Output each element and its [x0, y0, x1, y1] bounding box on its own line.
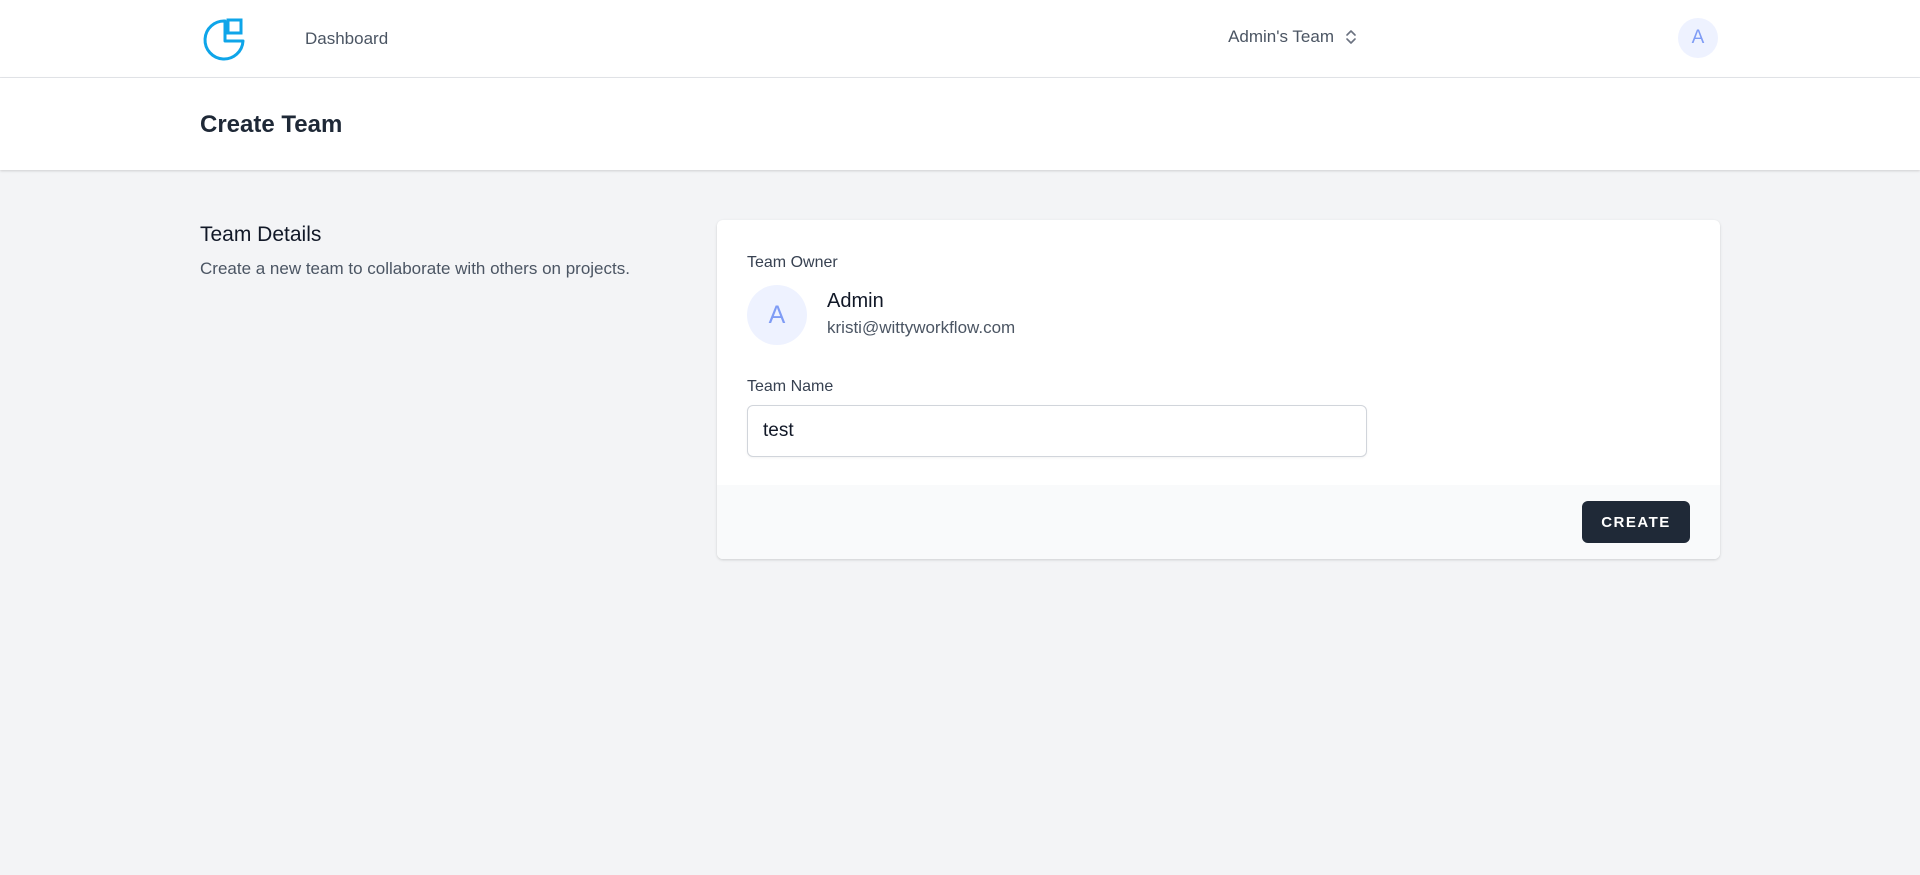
create-button[interactable]: CREATE: [1582, 501, 1690, 543]
create-team-form: Team Owner A Admin kristi@wittyworkflow.…: [717, 220, 1720, 559]
nav-link-dashboard[interactable]: Dashboard: [305, 29, 388, 49]
form-body: Team Owner A Admin kristi@wittyworkflow.…: [717, 220, 1720, 485]
page-title: Create Team: [200, 111, 343, 138]
user-avatar[interactable]: A: [1678, 18, 1718, 58]
logo-icon[interactable]: [200, 15, 248, 63]
section-description: Create a new team to collaborate with ot…: [200, 259, 630, 278]
owner-avatar: A: [747, 285, 807, 345]
team-owner-label: Team Owner: [747, 254, 838, 271]
top-navigation: Dashboard Admin's Team A: [0, 0, 1920, 78]
form-actions: CREATE: [717, 485, 1720, 559]
section-info: Team Details Create a new team to collab…: [200, 223, 680, 279]
team-switcher-label: Admin's Team: [1228, 27, 1334, 46]
chevron-up-down-icon: [1346, 30, 1356, 44]
team-name-label: Team Name: [747, 378, 834, 395]
team-switcher[interactable]: Admin's Team: [1228, 27, 1358, 47]
team-name-input[interactable]: [747, 405, 1367, 457]
section-title: Team Details: [200, 223, 322, 246]
owner-email: kristi@wittyworkflow.com: [827, 318, 1016, 337]
owner-name: Admin: [827, 290, 884, 312]
page-header: Create Team: [0, 78, 1920, 170]
